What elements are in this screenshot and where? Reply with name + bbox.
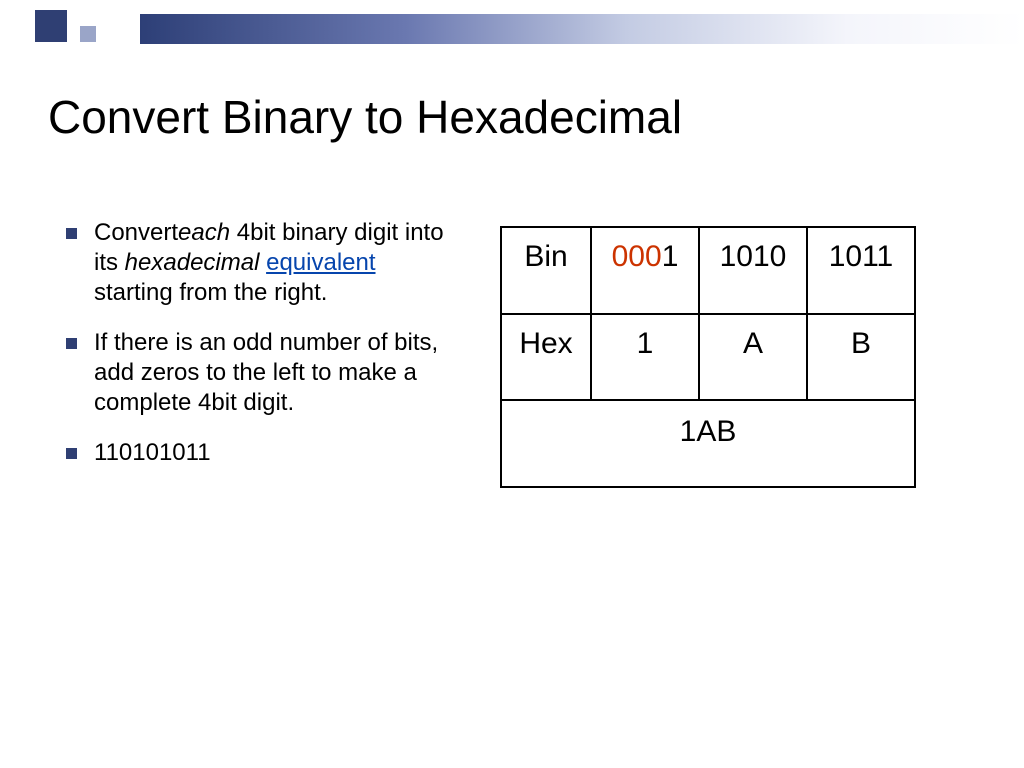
table-row: Hex 1 A B <box>501 314 915 401</box>
bullet-list: Converteach 4bit binary digit into its h… <box>60 218 460 488</box>
text: 1 <box>662 240 679 273</box>
cell-hex-1: 1 <box>591 314 699 401</box>
cell-bin-1: 0001 <box>591 227 699 314</box>
padded-zeros: 000 <box>612 240 662 273</box>
slide: Convert Binary to Hexadecimal Converteac… <box>0 0 1024 768</box>
equivalent-link[interactable]: equivalent <box>266 249 375 276</box>
text: starting from the right. <box>94 279 327 306</box>
text-italic: hexadecimal <box>125 249 260 276</box>
text-italic: each <box>178 219 230 246</box>
slide-top-decoration <box>0 8 1024 50</box>
corner-squares <box>0 8 140 50</box>
cell-hex-3: B <box>807 314 915 401</box>
square-icon <box>35 10 67 42</box>
cell-hex-2: A <box>699 314 807 401</box>
list-item: If there is an odd number of bits, add z… <box>60 328 460 418</box>
list-item: Converteach 4bit binary digit into its h… <box>60 218 460 308</box>
cell-hex-label: Hex <box>501 314 591 401</box>
cell-bin-3: 1011 <box>807 227 915 314</box>
cell-bin-label: Bin <box>501 227 591 314</box>
table-row: 1AB <box>501 400 915 487</box>
conversion-table: Bin 0001 1010 1011 Hex 1 A B 1AB <box>500 226 916 488</box>
gradient-bar <box>140 14 1024 44</box>
slide-content: Converteach 4bit binary digit into its h… <box>60 218 960 488</box>
cell-result: 1AB <box>501 400 915 487</box>
slide-title: Convert Binary to Hexadecimal <box>48 90 682 144</box>
table-row: Bin 0001 1010 1011 <box>501 227 915 314</box>
cell-bin-2: 1010 <box>699 227 807 314</box>
square-icon <box>80 26 96 42</box>
list-item: 110101011 <box>60 438 460 468</box>
text: Convert <box>94 219 178 246</box>
